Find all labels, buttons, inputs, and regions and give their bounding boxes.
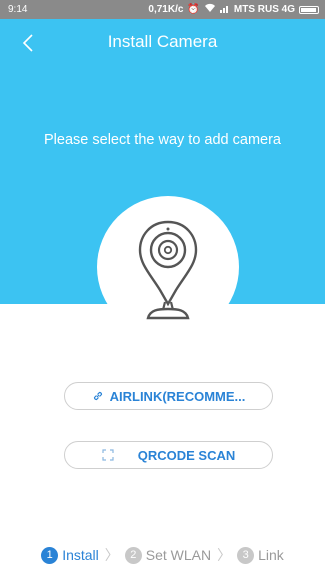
step-label: Set WLAN [145, 547, 212, 563]
status-bar: 9:14 0,71K/c ⏰ MTS RUS 4G [0, 0, 325, 19]
airlink-button[interactable]: AIRLINK(RECOMME... [64, 382, 273, 410]
camera-icon [138, 220, 198, 320]
airlink-label: AIRLINK(RECOMME... [109, 388, 246, 404]
wifi-icon [204, 3, 216, 16]
top-bar: Install Camera [0, 19, 325, 65]
step-indicator: 1 Install 〉 2 Set WLAN 〉 3 Link [0, 545, 325, 565]
alarm-icon: ⏰ [187, 4, 200, 15]
step-number: 3 [237, 546, 255, 564]
step-number: 1 [41, 546, 59, 564]
network-speed: 0,71K/c [148, 4, 184, 15]
status-time: 9:14 [8, 4, 28, 15]
step-label: Link [258, 547, 284, 563]
step-label: Install [62, 547, 99, 563]
chevron-right-icon: 〉 [217, 547, 232, 563]
signal-icon [219, 4, 230, 16]
chevron-right-icon: 〉 [104, 547, 119, 563]
battery-icon [299, 5, 319, 14]
step-link: 3 Link [237, 546, 284, 564]
step-install: 1 Install [41, 546, 99, 564]
scan-frame-icon [102, 449, 114, 461]
back-button[interactable] [18, 31, 38, 55]
step-set-wlan: 2 Set WLAN [124, 546, 212, 564]
chevron-left-icon [22, 34, 33, 52]
step-number: 2 [124, 546, 142, 564]
status-indicators: 0,71K/c ⏰ MTS RUS 4G [148, 3, 319, 16]
page-title: Install Camera [107, 32, 218, 51]
hero-subtitle: Please select the way to add camera [44, 132, 281, 148]
carrier-name: MTS RUS 4G [233, 4, 295, 15]
qrcode-label: QRCODE SCAN [137, 447, 236, 463]
link-icon [93, 391, 102, 401]
qrcode-scan-button[interactable]: QRCODE SCAN [64, 441, 273, 469]
camera-illustration [97, 196, 239, 338]
